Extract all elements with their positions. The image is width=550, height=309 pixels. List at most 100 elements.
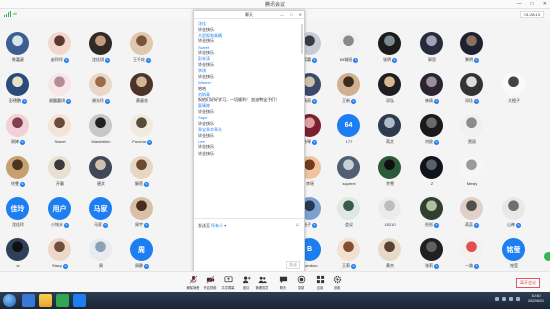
participant-tile[interactable]: 周宇 S xyxy=(122,190,162,232)
control-record[interactable]: 录制 xyxy=(291,275,311,290)
participant-tile[interactable]: 彭德鹏 S xyxy=(0,66,38,108)
participant-name: 山神 S xyxy=(494,222,534,228)
participant-tile[interactable]: 刘俊 S xyxy=(412,107,452,149)
signal-icon[interactable] xyxy=(4,11,11,17)
participant-tile[interactable]: Purzma S xyxy=(122,107,162,149)
window-title: 腾讯会议 xyxy=(264,2,285,8)
participant-tile[interactable]: 沈佳琪 S xyxy=(81,25,121,67)
participant-tile[interactable]: 蒋文 xyxy=(370,107,410,149)
participant-name: Purzma S xyxy=(122,139,162,145)
chat-message-list[interactable]: 沈佳 毕业快乐 大屁股和乘桶 毕业快乐 Sweet 毕业快乐 彭宋涛 毕业快乐 李琪 毕业快乐 Wi… xyxy=(194,20,304,218)
participant-tile[interactable]: 64 177 xyxy=(329,107,369,149)
participant-name: 小钱水 S xyxy=(40,222,80,228)
control-members[interactable]: 管理成员 xyxy=(252,275,272,290)
taskbar-wechat-icon[interactable] xyxy=(56,294,69,307)
tray-clock[interactable]: 10:40 2022/6/21 xyxy=(528,294,544,304)
participant-tile[interactable]: 周婷 S xyxy=(0,107,38,149)
control-share-screen[interactable]: 共享屏幕 xyxy=(218,275,238,290)
participant-tile[interactable]: Stacy S xyxy=(40,231,80,273)
participant-tile[interactable]: 黄骊花 xyxy=(122,66,162,108)
send-button[interactable]: 发送 xyxy=(286,261,300,269)
participant-avatar: 铭莹 xyxy=(502,238,525,261)
participant-tile[interactable]: Mesly xyxy=(452,149,492,191)
taskbar-app-icon[interactable] xyxy=(22,294,35,307)
chat-maximize-button[interactable]: □ xyxy=(290,12,292,17)
participant-tile[interactable]: 唐文 xyxy=(81,149,121,191)
participant-tile[interactable]: 郭思 xyxy=(412,25,452,67)
participant-tile[interactable]: 69城班 S xyxy=(329,25,369,67)
start-button[interactable] xyxy=(3,294,16,307)
participant-name-text: 张莉 xyxy=(425,263,433,268)
emoji-icon[interactable]: ☺ xyxy=(295,222,300,228)
participant-tile[interactable]: 大橙子 xyxy=(494,66,534,108)
participant-tile[interactable]: 马家 马家 S xyxy=(81,190,121,232)
chat-minimize-button[interactable]: — xyxy=(280,12,284,17)
chat-composer[interactable]: 发送至 所有人 ▾ ☺ 发送 xyxy=(194,218,304,272)
leave-meeting-button[interactable]: 离开会议 xyxy=(516,278,540,288)
participant-tile[interactable]: 黄杰 xyxy=(370,231,410,273)
participant-tile[interactable]: 黎明 S xyxy=(452,25,492,67)
participant-tile[interactable]: 王千屹 S xyxy=(122,25,162,67)
participant-tile[interactable]: 开靓 xyxy=(40,149,80,191)
participant-avatar: 佳玲 xyxy=(6,197,29,220)
participant-avatar xyxy=(130,114,153,137)
minimize-button[interactable]: — xyxy=(517,1,522,7)
participant-tile[interactable]: 贾丽 xyxy=(452,107,492,149)
participant-tile[interactable]: 邓佳 S xyxy=(452,66,492,108)
participant-tile[interactable]: 彤彤 S xyxy=(412,190,452,232)
participant-name-text: 大橙子 xyxy=(508,98,520,103)
participant-name: 黄杰 xyxy=(370,263,410,269)
maximize-button[interactable]: □ xyxy=(531,1,534,7)
participant-avatar: 64 xyxy=(337,114,360,137)
participant-tile[interactable]: 谢圆圆琪 S xyxy=(40,66,80,108)
taskbar-folder-icon[interactable] xyxy=(39,294,52,307)
participant-tile[interactable]: 张明 S xyxy=(370,25,410,67)
participant-name-text: 蒋文 xyxy=(386,139,394,144)
participant-tile[interactable]: 陈嘉豪 xyxy=(0,25,38,67)
participant-name: Maximilien xyxy=(81,139,121,144)
chat-close-button[interactable]: ✕ xyxy=(299,12,302,17)
chat-recipient-target[interactable]: 所有人 ▾ xyxy=(211,223,226,228)
participant-tile[interactable]: 会议 xyxy=(329,190,369,232)
taskbar-meeting-icon[interactable] xyxy=(73,294,86,307)
muted-badge-icon: S xyxy=(434,223,439,228)
participant-tile[interactable]: 解蓓 S xyxy=(122,149,162,191)
participant-tile[interactable]: 余雪 xyxy=(370,149,410,191)
participant-tile[interactable]: 邓弘 xyxy=(370,66,410,108)
floating-status-icon[interactable] xyxy=(544,252,550,261)
participant-tile[interactable]: 一路 S xyxy=(452,231,492,273)
control-settings[interactable]: 设置 xyxy=(327,275,347,290)
participant-name: 会议 xyxy=(329,222,369,228)
participant-name-text: Mesly xyxy=(466,181,478,186)
participant-tile[interactable]: 周周静 S xyxy=(122,231,162,273)
close-button[interactable]: ✕ xyxy=(543,1,547,7)
participant-name-text: 马家 xyxy=(94,222,102,227)
control-camera[interactable]: 开启视频 xyxy=(200,275,220,290)
participant-tile[interactable]: Sweet xyxy=(40,107,80,149)
participant-tile[interactable]: 15210 xyxy=(370,190,410,232)
participant-tile[interactable]: 王莉 S xyxy=(329,231,369,273)
participant-tile[interactable]: squirrel xyxy=(329,149,369,191)
participant-tile[interactable]: 林倩 S xyxy=(412,66,452,108)
system-tray[interactable] xyxy=(495,297,520,301)
participant-tile[interactable]: 周 xyxy=(81,231,121,273)
participant-tile[interactable]: w xyxy=(0,231,38,273)
signal-label: all xyxy=(13,11,18,16)
participant-tile[interactable]: 铭莹 铭莹 xyxy=(494,231,534,273)
participant-name: 开靓 xyxy=(40,181,80,187)
participant-tile[interactable]: Z xyxy=(412,149,452,191)
participant-tile[interactable]: 谢光玲 S xyxy=(81,66,121,108)
chat-scrollbar[interactable] xyxy=(301,24,303,54)
control-chat[interactable]: 聊天 xyxy=(273,275,293,290)
participant-tile[interactable]: 赵玲玲 S xyxy=(40,25,80,67)
participant-tile[interactable]: 用户 小钱水 S xyxy=(40,190,80,232)
participant-name: 彤彤 S xyxy=(412,222,452,228)
participant-tile[interactable]: 张莉 S xyxy=(412,231,452,273)
participant-tile[interactable]: 山神 S xyxy=(494,190,534,232)
chat-recipient-selector[interactable]: 发送至 所有人 ▾ xyxy=(198,223,226,229)
participant-tile[interactable]: 佳玲 沈佳玲 xyxy=(0,190,38,232)
participant-tile[interactable]: Maximilien xyxy=(81,107,121,149)
participant-tile[interactable]: 王新 S xyxy=(329,66,369,108)
participant-tile[interactable]: 蒋蕊 S xyxy=(452,190,492,232)
participant-tile[interactable]: 徐雯 S xyxy=(0,149,38,191)
